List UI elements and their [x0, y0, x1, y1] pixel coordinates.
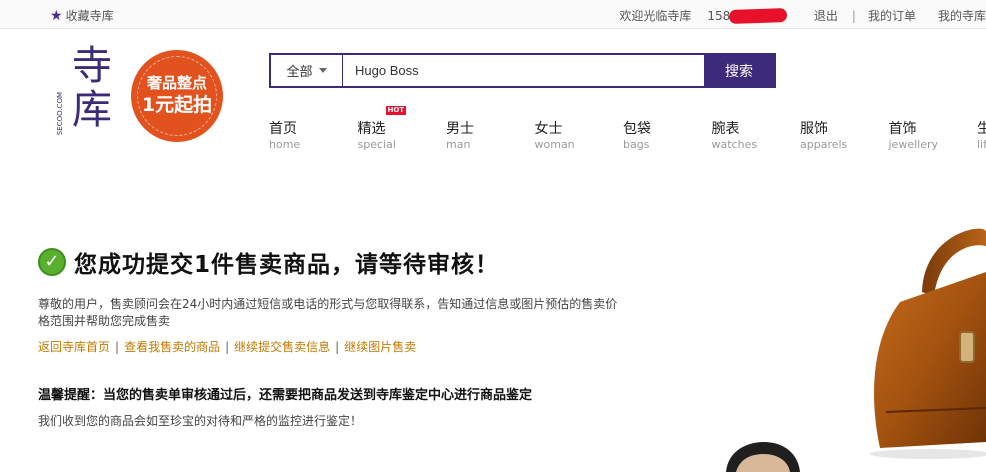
nav-item-special[interactable]: HOT 精选 special [357, 106, 447, 152]
star-icon: ★ [50, 7, 63, 24]
handbag-image [870, 228, 986, 459]
view-my-sales-link[interactable]: 查看我售卖的商品 [124, 340, 220, 354]
action-links: 返回寺库首页 | 查看我售卖的商品 | 继续提交售卖信息 | 继续图片售卖 [38, 338, 416, 355]
search-category-label: 全部 [286, 65, 313, 80]
continue-submit-link[interactable]: 继续提交售卖信息 [234, 340, 330, 354]
nav-item-life[interactable]: 生 lif [977, 120, 986, 152]
nav-sublabel: woman [534, 138, 575, 151]
promo-line2: 1元起拍 [141, 94, 213, 116]
top-bar: ★ 收藏寺库 欢迎光临寺库 1580 退出 | 我的订单 我的寺库 [0, 0, 986, 29]
nav-label: 男士 [446, 121, 474, 137]
nav-item-man[interactable]: 男士 man [446, 120, 535, 152]
tip-description: 我们收到您的商品会如至珍宝的对待和严格的监控进行鉴定！ [38, 414, 363, 428]
search-button[interactable]: 搜索 [704, 55, 774, 86]
continue-image-sale-link[interactable]: 继续图片售卖 [344, 340, 416, 354]
main-nav: 首页 home HOT 精选 special 男士 man 女士 woman 包… [269, 106, 986, 152]
success-title: 您成功提交1件售卖商品，请等待审核！ [74, 252, 500, 278]
nav-sublabel: home [269, 138, 301, 151]
favorite-label: 收藏寺库 [65, 9, 114, 23]
search-category-select[interactable]: 全部 [271, 55, 343, 86]
nav-sublabel: watches [711, 138, 758, 151]
top-separator: | [851, 8, 856, 23]
link-separator: | [335, 340, 340, 354]
nav-label: 生 [977, 121, 986, 137]
check-icon: ✓ [38, 248, 66, 276]
nav-item-jewellery[interactable]: 首饰 jewellery [889, 120, 978, 152]
search-input[interactable] [343, 55, 704, 86]
link-separator: | [225, 340, 230, 354]
search-bar: 全部 搜索 [269, 53, 776, 88]
back-home-link[interactable]: 返回寺库首页 [38, 340, 110, 354]
nav-sublabel: man [446, 138, 471, 151]
nav-sublabel: lif [977, 138, 986, 151]
nav-label: 女士 [534, 121, 563, 137]
promo-badge[interactable]: 奢品整点 1元起拍 [131, 50, 223, 142]
logo-text: 寺库 [65, 44, 111, 132]
nav-sublabel: bags [623, 138, 650, 151]
nav-label: 首页 [269, 121, 297, 137]
welcome-text: 欢迎光临寺库 [619, 9, 692, 23]
logout-link[interactable]: 退出 [814, 7, 838, 24]
nav-item-bags[interactable]: 包袋 bags [623, 120, 712, 152]
nav-sublabel: special [357, 138, 396, 151]
redaction-mark [729, 7, 788, 24]
nav-item-apparels[interactable]: 服饰 apparels [800, 120, 889, 152]
hot-badge: HOT [385, 106, 407, 115]
nav-label: 服饰 [800, 121, 828, 137]
favorite-link[interactable]: ★ 收藏寺库 [50, 7, 114, 24]
nav-item-home[interactable]: 首页 home [269, 120, 358, 152]
caret-down-icon [318, 68, 327, 73]
link-separator: | [115, 340, 120, 354]
my-orders-link[interactable]: 我的订单 [868, 7, 916, 24]
nav-label: 腕表 [711, 121, 740, 137]
my-secoo-link[interactable]: 我的寺库 [938, 7, 986, 24]
logo-domain: SECOO.COM [56, 92, 64, 136]
nav-label: 精选 [357, 121, 386, 137]
user-phone[interactable]: 1580 [707, 7, 796, 24]
secoo-logo[interactable]: 寺库 SECOO.COM [56, 44, 111, 148]
nav-item-woman[interactable]: 女士 woman [535, 120, 624, 152]
model-image [726, 442, 800, 472]
promo-line1: 奢品整点 [146, 74, 207, 92]
nav-sublabel: apparels [800, 138, 848, 151]
nav-label: 首饰 [888, 121, 917, 137]
nav-item-watches[interactable]: 腕表 watches [712, 120, 801, 152]
tip-title: 温馨提醒：当您的售卖单审核通过后，还需要把商品发送到寺库鉴定中心进行商品鉴定 [38, 388, 533, 403]
top-links: 欢迎光临寺库 1580 退出 | 我的订单 我的寺库 [619, 7, 986, 24]
success-description: 尊敬的用户，售卖顾问会在24小时内通过短信或电话的形式与您取得联系，告知通过信息… [38, 297, 618, 328]
success-heading: ✓ 您成功提交1件售卖商品，请等待审核！ [38, 245, 499, 279]
nav-sublabel: jewellery [888, 138, 939, 151]
nav-label: 包袋 [623, 121, 651, 137]
